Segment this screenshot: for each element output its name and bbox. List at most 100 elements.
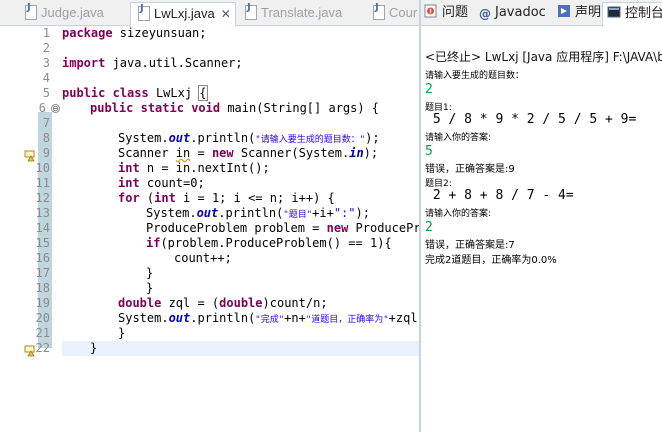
code-area[interactable]: 1 package sizeyunsuan; 2 3 import java.u… [0, 26, 419, 432]
java-file-icon [244, 2, 257, 20]
console-line: 请输入你的答案: [425, 209, 492, 219]
code-text: } [90, 341, 98, 355]
code-text: System. [146, 206, 197, 220]
code-line: 8 System.out.println("请输入要生成的题目数："); [0, 131, 419, 146]
code-text: (problem.ProduceProblem() == 1){ [160, 236, 392, 250]
code-line: 3 import java.util.Scanner; [0, 56, 419, 71]
code-text: i = 1; i <= n; i++) { [175, 191, 335, 205]
keyword: int [118, 161, 140, 175]
tab-declaration[interactable]: 声明 [557, 2, 601, 26]
code-text: } [146, 281, 154, 295]
tab-translate-java[interactable]: Translate.java [244, 2, 342, 26]
code-line: 10 int n = in.nextInt(); [0, 161, 419, 176]
tab-label: Cour [389, 5, 418, 20]
code-line: 7 [0, 116, 419, 131]
line-number: 1 [42, 26, 50, 40]
tab-label: Translate.java [261, 5, 343, 20]
editor-pane[interactable]: Judge.java LwLxj.java ✕ Translate.java Co… [0, 0, 419, 432]
problems-icon [424, 3, 438, 25]
code-line: 21 } [0, 326, 419, 341]
line-number: 6 [38, 101, 46, 115]
console-line: 请输入要生成的题目数： [425, 71, 525, 81]
line-number: 20 [35, 311, 50, 325]
code-text: .println( [218, 206, 284, 220]
tab-problems[interactable]: 问题 [424, 2, 468, 26]
code-text: main(String[] args) { [220, 101, 380, 115]
code-text: Scanner(System. [233, 146, 350, 160]
warning-icon[interactable] [24, 342, 36, 357]
keyword: package [62, 26, 113, 40]
keyword: for [118, 191, 140, 205]
line-number: 18 [35, 281, 50, 295]
line-number: 3 [42, 56, 50, 70]
code-line: 12 for (int i = 1; i <= n; i++) { [0, 191, 419, 206]
code-text: )count/n; [262, 296, 328, 310]
views-pane[interactable]: 问题 @ Javadoc 声明 控制台 <已终止> LwLxj [Java 应用程… [421, 0, 662, 432]
keyword: double [219, 296, 263, 310]
console-line: 错误，正确答案是:9 [425, 164, 515, 175]
keyword: public [90, 101, 134, 115]
keyword: class [112, 86, 149, 100]
code-text: ProduceProblem problem = [146, 221, 327, 235]
line-number: 5 [42, 86, 50, 100]
keyword: static [140, 101, 184, 115]
code-text: } [146, 266, 154, 280]
line-number: 7 [42, 116, 50, 130]
keyword: new [326, 221, 349, 235]
tab-cour[interactable]: Cour [372, 2, 417, 26]
string-literal: "完成" [255, 315, 285, 325]
code-line: 11 int count=0; [0, 176, 419, 191]
console-input-line: 2 [425, 220, 433, 235]
code-line: 13 System.out.println("题目"+i+":"); [0, 206, 419, 221]
keyword: if [146, 236, 161, 250]
keyword: import [62, 56, 106, 70]
string-literal: ":" [333, 206, 356, 220]
tab-javadoc[interactable]: @ Javadoc [479, 2, 546, 26]
code-line: 14 ProduceProblem problem = new ProduceP… [0, 221, 419, 236]
string-literal: "题目" [283, 210, 313, 220]
java-file-icon [137, 3, 150, 21]
code-text: ); [355, 206, 370, 220]
code-text: n = in.nextInt(); [139, 161, 270, 175]
line-number: 13 [35, 206, 50, 220]
fold-collapse-icon[interactable]: ⊖ [51, 104, 60, 113]
string-literal: "道题目，正确率为" [305, 315, 389, 325]
code-text: zql = ( [161, 296, 220, 310]
static-field: out [168, 131, 191, 145]
java-file-icon [24, 2, 37, 20]
console-status-header: <已终止> LwLxj [Java 应用程序] F:\JAVA\bi [425, 50, 662, 64]
code-text: ( [139, 191, 155, 205]
console-line: 2 + 8 + 8 / 7 - 4= [425, 188, 574, 203]
warning-icon[interactable] [24, 147, 36, 162]
code-line: 1 package sizeyunsuan; [0, 26, 419, 41]
string-literal: "请输入要生成的题目数：" [255, 135, 366, 145]
tab-label: LwLxj.java [154, 6, 215, 21]
keyword: public [62, 86, 106, 100]
tab-console[interactable]: 控制台 [602, 2, 662, 27]
keyword: void [191, 101, 221, 115]
tab-judge-java[interactable]: Judge.java [24, 2, 104, 26]
static-field: in [349, 146, 364, 160]
tab-label: Javadoc [495, 5, 546, 20]
code-line: 5 public class LwLxj { [0, 85, 419, 101]
keyword: int [154, 191, 176, 205]
code-text: sizeyunsuan; [112, 26, 207, 40]
code-text: +n+ [284, 311, 306, 325]
code-text: java.util.Scanner; [105, 56, 243, 70]
code-line: 2 [0, 41, 419, 56]
code-line: 4 [0, 71, 419, 86]
line-number: 14 [35, 221, 50, 235]
code-line: 20 System.out.println("完成"+n+"道题目，正确率为"+… [0, 311, 419, 326]
line-number: 15 [35, 236, 50, 250]
code-text: +i+ [312, 206, 334, 220]
code-text: ProducePro [355, 221, 419, 235]
code-text: ); [363, 146, 379, 160]
tab-label: 问题 [442, 5, 469, 20]
code-text: Scanner [118, 146, 176, 160]
tab-lwlxj-java[interactable]: LwLxj.java ✕ [130, 2, 236, 27]
keyword: new [211, 146, 234, 160]
close-icon[interactable]: ✕ [221, 7, 231, 21]
code-text: count++; [174, 251, 232, 265]
line-number: 12 [35, 191, 50, 205]
code-text: = [190, 146, 212, 160]
